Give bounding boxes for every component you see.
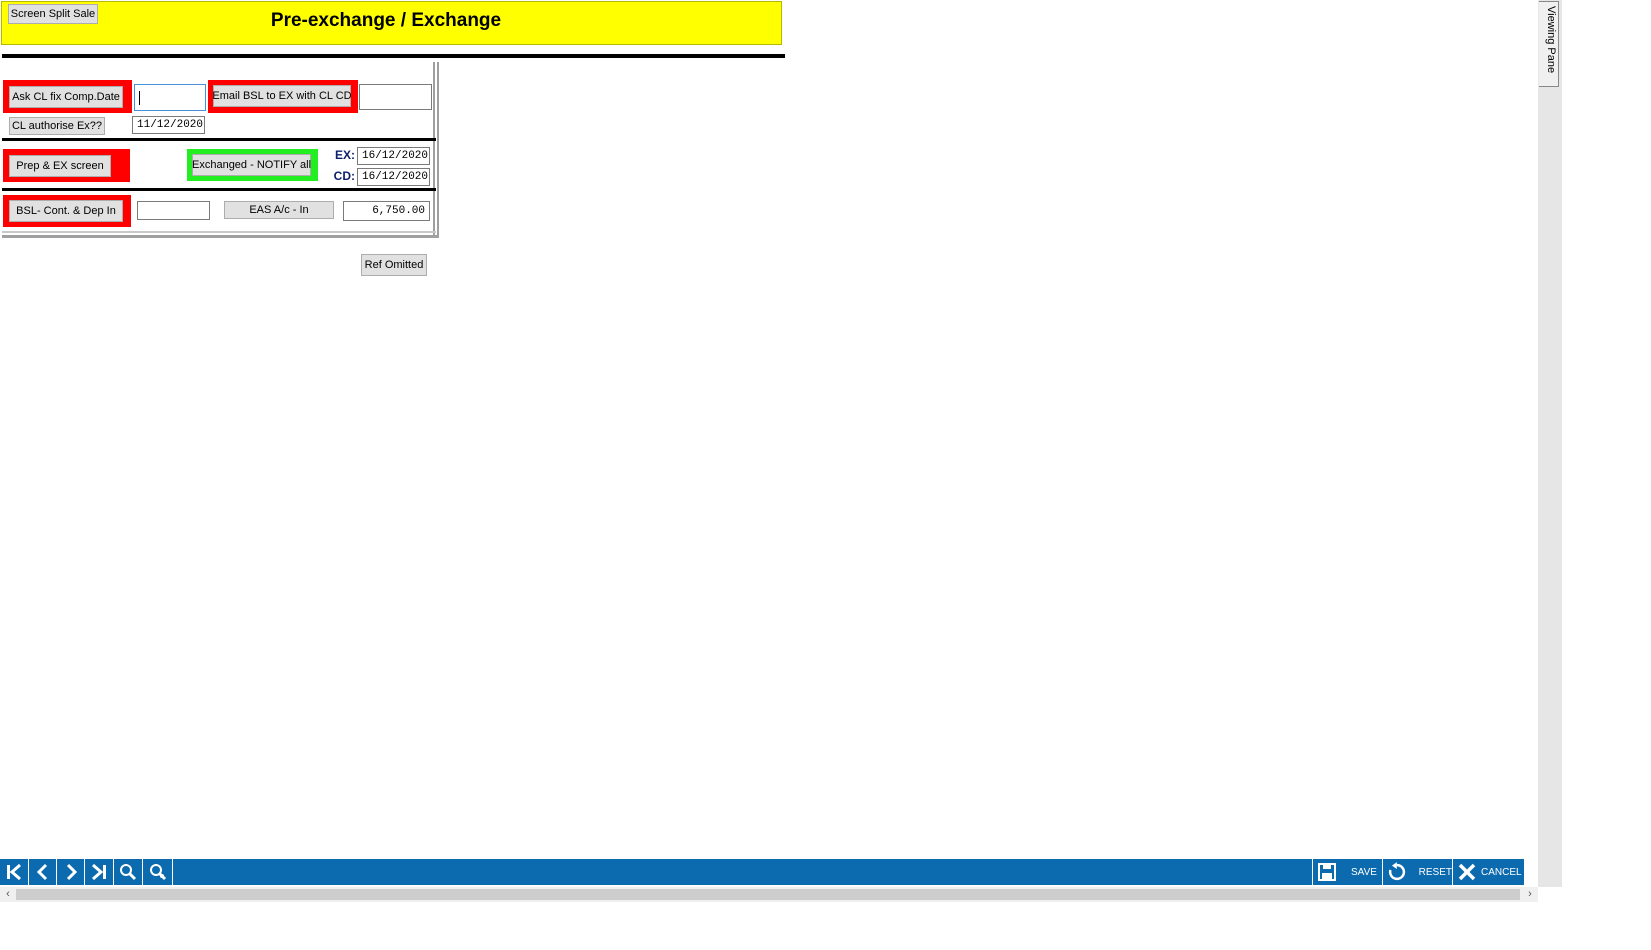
exchanged-notify-all-button[interactable]: Exchanged - NOTIFY all xyxy=(192,154,311,176)
previous-record-icon[interactable] xyxy=(28,859,56,885)
panel-right-border xyxy=(433,62,435,238)
eas-amount-field[interactable]: 6,750.00 xyxy=(343,201,430,221)
reset-button[interactable]: RESET xyxy=(1382,859,1452,885)
save-icon xyxy=(1318,863,1336,881)
panel-bottom-border-outer xyxy=(2,235,439,238)
email-bsl-input[interactable] xyxy=(359,84,432,110)
ex-date-field[interactable]: 16/12/2020 xyxy=(357,147,430,165)
toolbar-spacer xyxy=(172,859,1312,885)
bsl-cont-input[interactable] xyxy=(137,201,210,220)
first-record-icon[interactable] xyxy=(0,859,28,885)
last-record-icon[interactable] xyxy=(84,859,113,885)
cd-label: CD: xyxy=(333,169,355,183)
scroll-right-icon[interactable]: › xyxy=(1522,887,1538,902)
ref-omitted-button[interactable]: Ref Omitted xyxy=(361,254,427,276)
horizontal-scrollbar[interactable]: ‹ › xyxy=(0,887,1538,902)
page-title: Pre-exchange / Exchange xyxy=(270,10,502,31)
cl-authorise-ex-button[interactable]: CL authorise Ex?? xyxy=(9,117,105,135)
text-cursor xyxy=(139,90,140,105)
section-divider-2 xyxy=(2,188,436,191)
eas-ac-in-button[interactable]: EAS A/c - In xyxy=(224,201,334,219)
bsl-cont-dep-in-button[interactable]: BSL- Cont. & Dep In xyxy=(9,200,123,222)
ask-cl-input[interactable] xyxy=(134,84,206,111)
header-divider xyxy=(2,54,785,58)
next-record-icon[interactable] xyxy=(56,859,84,885)
save-button[interactable]: SAVE xyxy=(1312,859,1382,885)
search-icon[interactable] xyxy=(113,859,142,885)
ex-label: EX: xyxy=(334,148,355,162)
prep-ex-screen-button[interactable]: Prep & EX screen xyxy=(9,155,111,177)
panel-right-border-outer xyxy=(437,62,439,238)
viewing-pane-label: Viewing Pane xyxy=(1545,6,1557,74)
ask-cl-fix-comp-date-button[interactable]: Ask CL fix Comp.Date xyxy=(9,86,123,108)
cancel-label: CANCEL xyxy=(1481,866,1522,878)
email-bsl-button[interactable]: Email BSL to EX with CL CD xyxy=(212,85,352,107)
cancel-icon xyxy=(1458,863,1476,881)
cd-date-field[interactable]: 16/12/2020 xyxy=(357,168,430,186)
scrollbar-thumb[interactable] xyxy=(16,889,1520,900)
screen-split-sale-button[interactable]: Screen Split Sale xyxy=(8,4,98,24)
panel-bottom-border xyxy=(2,231,436,233)
authorise-date-field[interactable]: 11/12/2020 xyxy=(132,116,205,134)
viewing-pane-tab[interactable]: Viewing Pane xyxy=(1539,1,1559,87)
reset-icon xyxy=(1388,862,1406,881)
scroll-left-icon[interactable]: ‹ xyxy=(0,887,16,902)
section-divider-1 xyxy=(2,138,436,141)
search-user-icon[interactable] xyxy=(142,859,172,885)
right-side-strip xyxy=(1538,0,1562,887)
reset-label: RESET xyxy=(1418,866,1452,878)
save-label: SAVE xyxy=(1351,866,1377,878)
cancel-button[interactable]: CANCEL xyxy=(1452,859,1524,885)
